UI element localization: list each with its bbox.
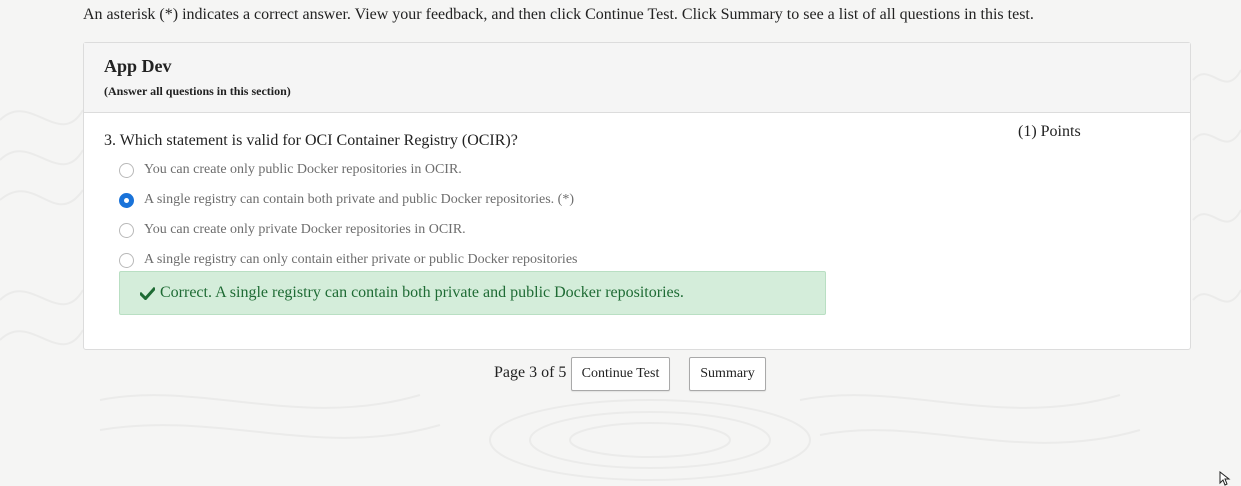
section-header: App Dev (Answer all questions in this se… — [84, 43, 1190, 113]
answer-option-2[interactable]: A single registry can contain both priva… — [119, 190, 574, 210]
radio-button[interactable] — [119, 252, 134, 268]
continue-test-button[interactable]: Continue Test — [571, 357, 670, 391]
section-title: App Dev — [104, 56, 172, 76]
answer-option-1[interactable]: You can create only public Docker reposi… — [119, 160, 462, 180]
page-indicator: Page 3 of 5 — [494, 364, 567, 381]
answer-option-4[interactable]: A single registry can only contain eithe… — [119, 250, 577, 270]
feedback-alert: Correct. A single registry can contain b… — [119, 271, 826, 315]
answer-option-label: You can create only private Docker repos… — [144, 222, 466, 237]
question-panel: App Dev (Answer all questions in this se… — [83, 42, 1191, 350]
mouse-cursor-icon — [1219, 471, 1231, 486]
radio-button[interactable] — [119, 222, 134, 238]
answer-option-3[interactable]: You can create only private Docker repos… — [119, 220, 466, 240]
answer-option-label: You can create only public Docker reposi… — [144, 162, 462, 177]
instructions-text: An asterisk (*) indicates a correct answ… — [83, 6, 1034, 23]
feedback-text: Correct. A single registry can contain b… — [160, 284, 684, 301]
question-text: 3. Which statement is valid for OCI Cont… — [104, 132, 518, 149]
question-points: (1) Points — [1018, 123, 1081, 140]
radio-button[interactable] — [119, 162, 134, 178]
check-icon — [140, 286, 155, 300]
section-subtitle: (Answer all questions in this section) — [104, 84, 291, 98]
answer-option-label: A single registry can only contain eithe… — [144, 252, 578, 267]
answer-option-label: A single registry can contain both priva… — [144, 192, 574, 207]
summary-button[interactable]: Summary — [689, 357, 766, 391]
radio-button-selected[interactable] — [119, 192, 134, 208]
